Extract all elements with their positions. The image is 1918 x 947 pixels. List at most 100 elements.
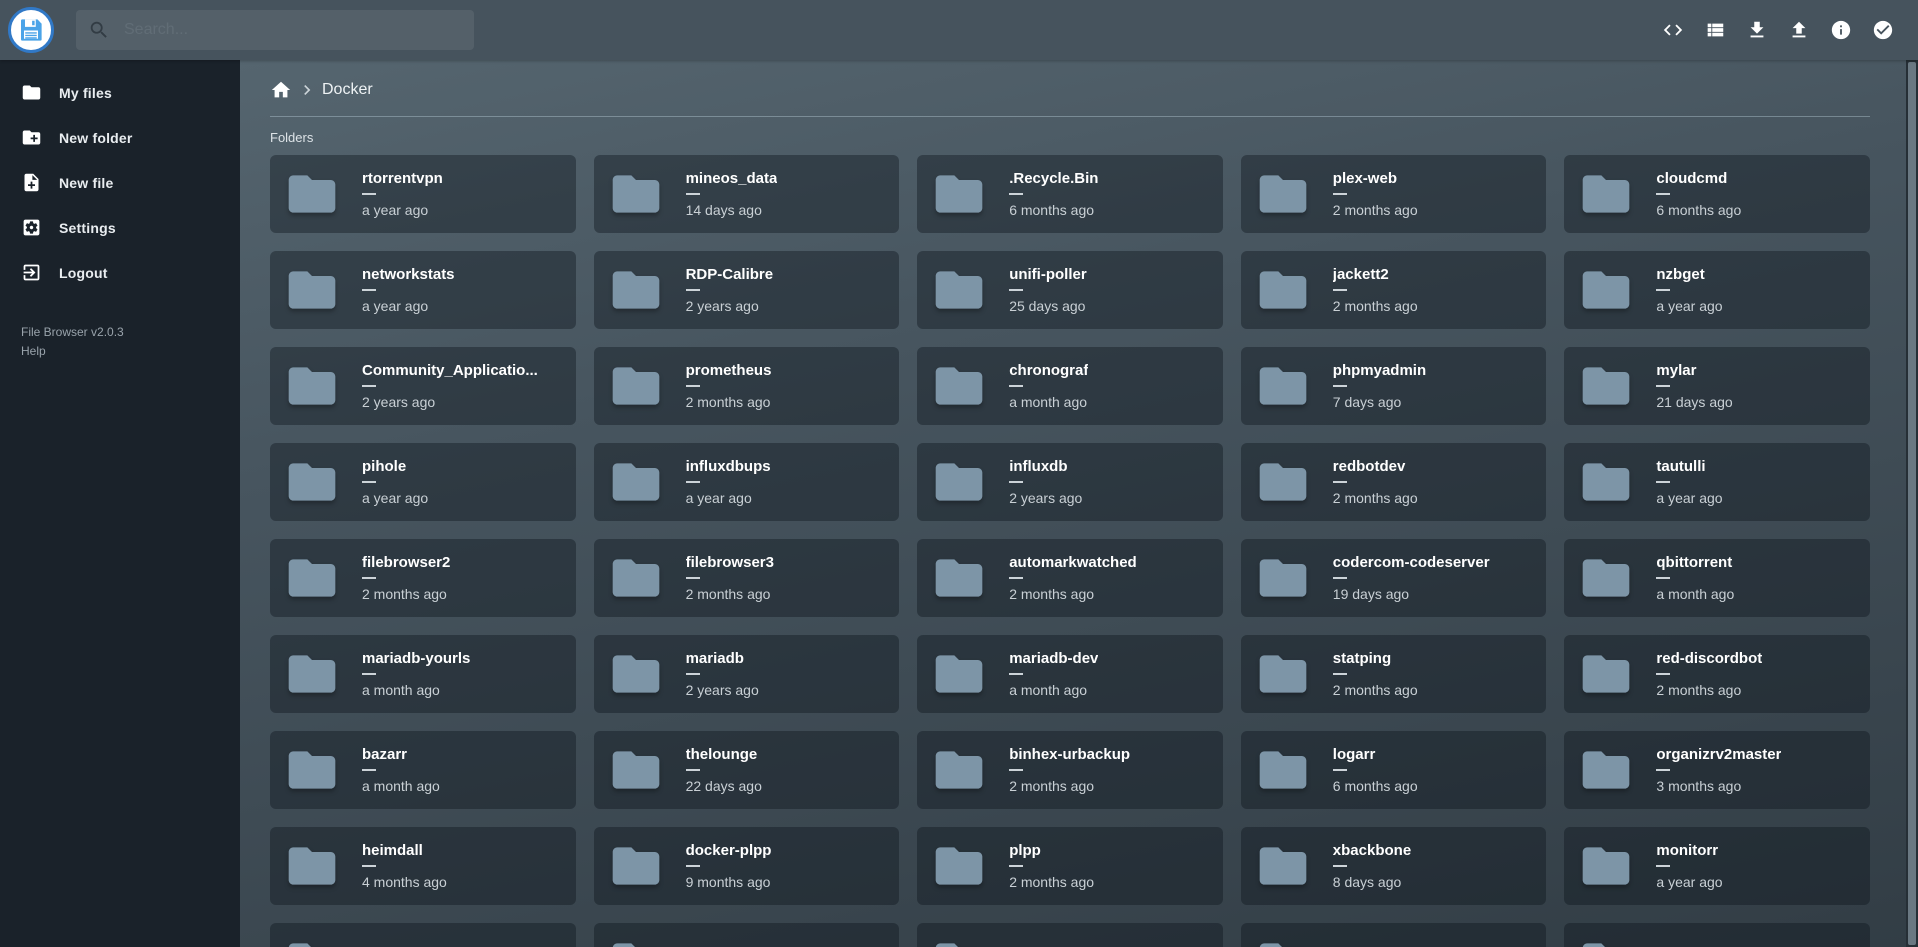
scrollbar-track[interactable] — [1906, 60, 1918, 947]
folder-name: rtorrentvpn — [362, 170, 443, 187]
select-check-button[interactable] — [1872, 19, 1894, 41]
folder-card[interactable]: organizr — [594, 923, 900, 947]
folder-card[interactable]: logarr 6 months ago — [1241, 731, 1547, 809]
folder-modified: a year ago — [362, 202, 443, 218]
sidebar-item-label: Settings — [59, 220, 116, 236]
separator-dash — [686, 193, 700, 195]
folder-card[interactable]: nzbget a year ago — [1564, 251, 1870, 329]
folder-card[interactable]: jackett2 2 months ago — [1241, 251, 1547, 329]
separator-dash — [1009, 289, 1023, 291]
sidebar-item-settings[interactable]: Settings — [0, 205, 240, 250]
code-icon — [1662, 19, 1684, 41]
folder-card[interactable]: .Recycle.Bin 6 months ago — [917, 155, 1223, 233]
folder-modified: 4 months ago — [362, 874, 447, 890]
folder-icon — [1255, 166, 1311, 222]
folder-card[interactable]: cloudcmd 6 months ago — [1564, 155, 1870, 233]
folder-card[interactable]: filebrowser3 2 months ago — [594, 539, 900, 617]
separator-dash — [686, 385, 700, 387]
folder-card[interactable]: RDP-Calibre 2 years ago — [594, 251, 900, 329]
sidebar-item-logout[interactable]: Logout — [0, 250, 240, 295]
folder-card[interactable]: qbittorrent a month ago — [1564, 539, 1870, 617]
header-bar — [0, 0, 1918, 60]
folder-card[interactable]: plpp 2 months ago — [917, 827, 1223, 905]
folder-icon — [1578, 262, 1634, 318]
folder-card[interactable]: mariadb 2 years ago — [594, 635, 900, 713]
breadcrumb-home[interactable] — [270, 79, 292, 101]
folder-card[interactable]: docker-plpp 9 months ago — [594, 827, 900, 905]
sidebar-item-new-folder[interactable]: New folder — [0, 115, 240, 160]
folder-card[interactable]: mineos — [1241, 923, 1547, 947]
sidebar-item-new-file[interactable]: New file — [0, 160, 240, 205]
folder-icon — [284, 934, 340, 947]
folder-card[interactable]: thelounge 22 days ago — [594, 731, 900, 809]
upload-icon — [1788, 19, 1810, 41]
help-link[interactable]: Help — [21, 342, 240, 361]
folder-card[interactable]: rtorrentvpn a year ago — [270, 155, 576, 233]
folder-card[interactable]: networkstats a year ago — [270, 251, 576, 329]
folder-card[interactable]: mariadb-dev a month ago — [917, 635, 1223, 713]
code-button[interactable] — [1662, 19, 1684, 41]
folder-meta: prometheus 2 months ago — [686, 362, 772, 410]
folder-card[interactable]: statping 2 months ago — [1241, 635, 1547, 713]
folder-card[interactable]: red-discordbot 2 months ago — [1564, 635, 1870, 713]
folder-name: monitorr — [1656, 842, 1722, 859]
folder-meta: influxdbups a year ago — [686, 458, 771, 506]
folder-card[interactable]: bazarr a month ago — [270, 731, 576, 809]
folder-card[interactable]: unifi-poller 25 days ago — [917, 251, 1223, 329]
app-logo[interactable] — [8, 7, 54, 53]
folder-card[interactable]: mylar 21 days ago — [1564, 347, 1870, 425]
folder-modified: 2 months ago — [686, 586, 774, 602]
separator-dash — [686, 865, 700, 867]
folder-card[interactable]: codimd — [1564, 923, 1870, 947]
folder-name: Community_Applicatio... — [362, 362, 538, 379]
folder-card[interactable]: pihole a year ago — [270, 443, 576, 521]
folder-icon — [1578, 166, 1634, 222]
folder-card[interactable]: phpmyadmin 7 days ago — [1241, 347, 1547, 425]
folder-card[interactable]: xbackbone 8 days ago — [1241, 827, 1547, 905]
folder-card[interactable]: minecraft — [917, 923, 1223, 947]
folder-card[interactable]: prometheus 2 months ago — [594, 347, 900, 425]
folder-meta: rtorrentvpn a year ago — [362, 170, 443, 218]
separator-dash — [1009, 385, 1023, 387]
sidebar-item-my-files[interactable]: My files — [0, 70, 240, 115]
folder-card[interactable]: influxdb 2 years ago — [917, 443, 1223, 521]
folder-icon — [1255, 646, 1311, 702]
search-icon — [88, 19, 110, 41]
folder-card[interactable]: organizrv2master 3 months ago — [1564, 731, 1870, 809]
folder-meta: mariadb-yourls a month ago — [362, 650, 470, 698]
folder-card[interactable]: filebrowser2 2 months ago — [270, 539, 576, 617]
folder-card[interactable]: automarkwatched 2 months ago — [917, 539, 1223, 617]
folder-card[interactable]: codercom-codeserver 19 days ago — [1241, 539, 1547, 617]
search-input[interactable] — [124, 21, 462, 39]
folder-meta: mariadb-dev a month ago — [1009, 650, 1098, 698]
folder-meta: filebrowser2 2 months ago — [362, 554, 450, 602]
folder-name: unifi-poller — [1009, 266, 1087, 283]
sidebar: My files New folder New file Settings Lo… — [0, 60, 240, 947]
folder-card[interactable]: tautulli a year ago — [1564, 443, 1870, 521]
folder-modified: a year ago — [1656, 874, 1722, 890]
folder-modified: 8 days ago — [1333, 874, 1411, 890]
folder-card[interactable]: heimdall 4 months ago — [270, 827, 576, 905]
folder-card[interactable]: chronograf a month ago — [917, 347, 1223, 425]
info-icon — [1830, 19, 1852, 41]
info-button[interactable] — [1830, 19, 1852, 41]
folder-card[interactable]: influxdbups a year ago — [594, 443, 900, 521]
scrollbar-thumb[interactable] — [1908, 62, 1916, 945]
folder-card[interactable]: monitorr a year ago — [1564, 827, 1870, 905]
folder-card[interactable]: mineos_data 14 days ago — [594, 155, 900, 233]
folder-card[interactable]: redbotdev 2 months ago — [1241, 443, 1547, 521]
download-button[interactable] — [1746, 19, 1768, 41]
separator-dash — [362, 769, 376, 771]
home-icon — [270, 79, 292, 101]
folder-icon — [284, 838, 340, 894]
folder-card[interactable]: binhex-urbackup 2 months ago — [917, 731, 1223, 809]
folder-name: mariadb-yourls — [362, 650, 470, 667]
folder-card[interactable]: Community_Applicatio... 2 years ago — [270, 347, 576, 425]
list-view-button[interactable] — [1704, 19, 1726, 41]
folder-icon — [608, 454, 664, 510]
folder-modified: a year ago — [362, 490, 428, 506]
folder-card[interactable]: code-server — [270, 923, 576, 947]
upload-button[interactable] — [1788, 19, 1810, 41]
folder-card[interactable]: plex-web 2 months ago — [1241, 155, 1547, 233]
folder-card[interactable]: mariadb-yourls a month ago — [270, 635, 576, 713]
